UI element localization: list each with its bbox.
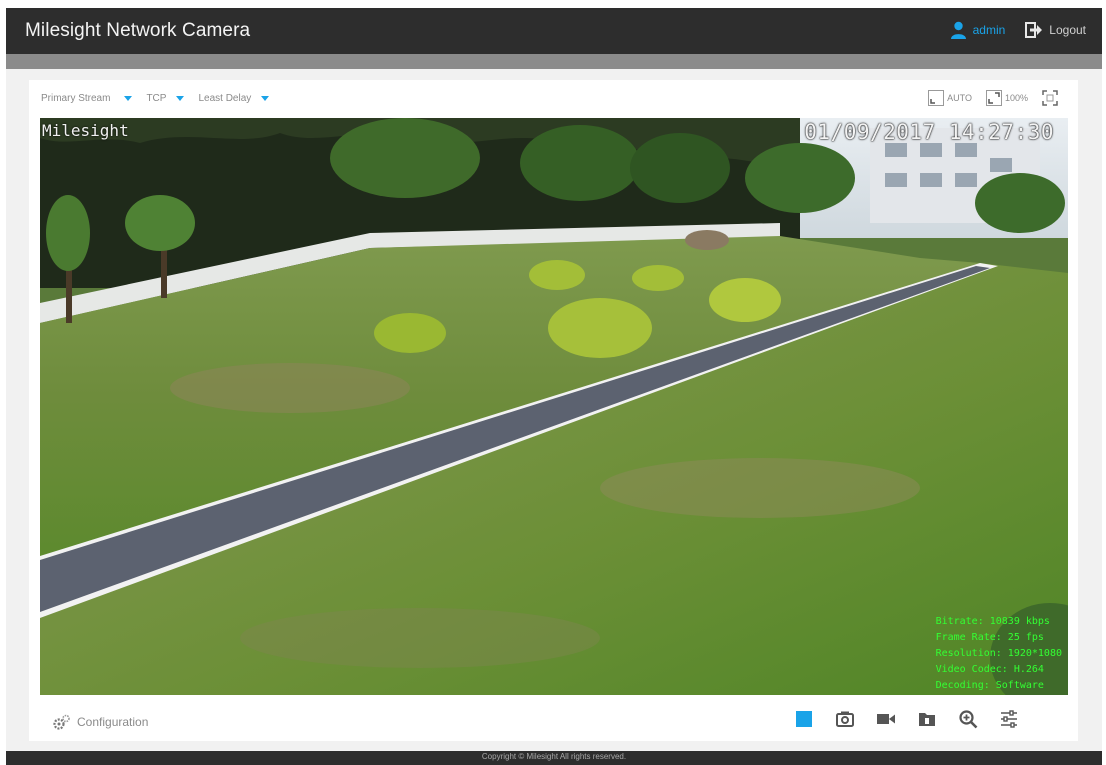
protocol-select-value: TCP: [146, 93, 167, 104]
logout-link[interactable]: Logout: [1049, 23, 1086, 37]
fit-auto-label: AUTO: [947, 93, 972, 103]
folder-button[interactable]: [916, 708, 938, 730]
header-divider: [6, 54, 1102, 69]
user-link[interactable]: admin: [973, 23, 1006, 37]
fit-auto-button[interactable]: AUTO: [928, 90, 972, 106]
image-settings-button[interactable]: [998, 708, 1020, 730]
settings-sliders-icon: [1001, 710, 1017, 728]
stream-toolbar: Primary Stream TCP Least Delay: [41, 93, 283, 104]
logout-icon[interactable]: [1025, 22, 1043, 38]
configuration-label: Configuration: [77, 715, 149, 729]
record-button[interactable]: [875, 708, 897, 730]
zoom-icon: [959, 710, 978, 729]
osd-resolution: Resolution: 1920*1080: [935, 648, 1062, 659]
live-view-card: Primary Stream TCP Least Delay AUTO 100%…: [29, 80, 1078, 741]
osd-bitrate: Bitrate: 10839 kbps: [935, 616, 1050, 627]
record-icon: [877, 714, 895, 724]
live-video[interactable]: Milesight 01/09/2017 14:27:30 Bitrate: 1…: [40, 118, 1068, 695]
top-bar: Milesight Network Camera admin Logout: [6, 8, 1102, 54]
fullscreen-button[interactable]: [1042, 90, 1058, 106]
fit-auto-icon: [928, 90, 945, 106]
gear-icon: [53, 714, 70, 730]
osd-codec: Video Codec: H.264: [935, 664, 1044, 675]
chevron-down-icon: [176, 96, 185, 101]
delay-select-value: Least Delay: [198, 93, 252, 104]
main-panel: Primary Stream TCP Least Delay AUTO 100%…: [6, 69, 1102, 751]
footer: Copyright © Milesight All rights reserve…: [6, 751, 1102, 765]
camera-scene: [40, 118, 1068, 695]
snapshot-icon: [836, 711, 854, 727]
stream-select-value: Primary Stream: [41, 93, 111, 104]
osd-stream-info: Bitrate: 10839 kbps Frame Rate: 25 fps R…: [936, 614, 1062, 694]
chevron-down-icon: [261, 96, 270, 101]
copyright-text: Copyright © Milesight All rights reserve…: [481, 752, 627, 761]
actual-size-icon: [985, 90, 1002, 106]
protocol-select[interactable]: TCP: [146, 93, 185, 104]
actual-size-button[interactable]: 100%: [985, 90, 1028, 106]
live-view-tools: [793, 708, 1020, 730]
osd-camera-name: Milesight: [42, 121, 129, 140]
user-icon: [950, 21, 966, 39]
stop-button[interactable]: [793, 708, 815, 730]
app-window: Milesight Network Camera admin Logout Pr…: [0, 0, 1106, 765]
osd-decoding: Decoding: Software: [935, 680, 1044, 691]
delay-select[interactable]: Least Delay: [198, 93, 270, 104]
osd-datetime: 01/09/2017 14:27:30: [804, 120, 1054, 144]
zoom-button[interactable]: [957, 708, 979, 730]
app-title: Milesight Network Camera: [25, 20, 251, 41]
fullscreen-icon: [1042, 90, 1058, 106]
stream-select[interactable]: Primary Stream: [41, 93, 133, 104]
configuration-link[interactable]: Configuration: [53, 714, 148, 730]
view-mode-tools: AUTO 100%: [928, 90, 1058, 106]
user-area: admin Logout: [950, 21, 1086, 39]
snapshot-button[interactable]: [834, 708, 856, 730]
stop-icon: [796, 711, 812, 727]
osd-framerate: Frame Rate: 25 fps: [935, 632, 1044, 643]
folder-icon: [919, 713, 935, 726]
actual-size-label: 100%: [1004, 93, 1028, 103]
chevron-down-icon: [124, 96, 133, 101]
